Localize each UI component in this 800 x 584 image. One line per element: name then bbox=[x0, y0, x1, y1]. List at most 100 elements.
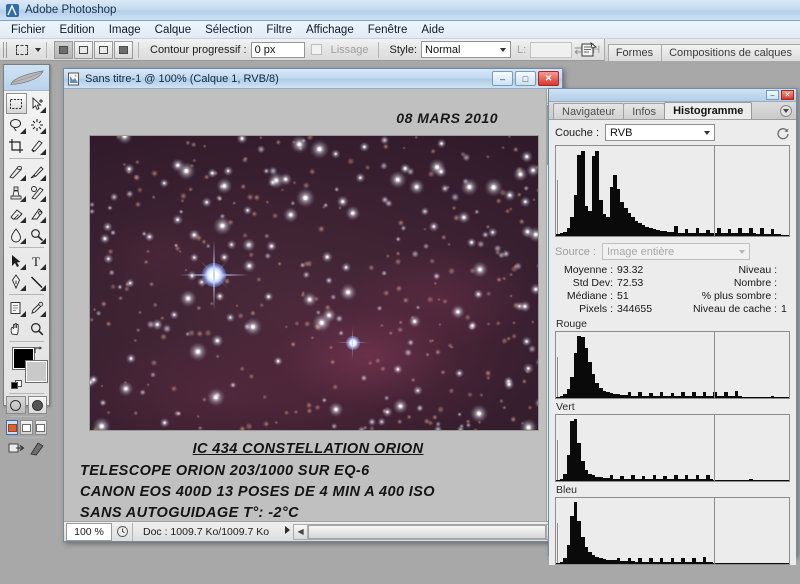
palette-tab-compositions[interactable]: Compositions de calques bbox=[661, 44, 800, 61]
eraser-tool[interactable] bbox=[6, 203, 27, 224]
astrophotography-image bbox=[89, 135, 539, 431]
imageready-icon[interactable] bbox=[29, 441, 45, 459]
type-tool[interactable]: T bbox=[27, 250, 48, 271]
histogram-red-plot[interactable] bbox=[555, 331, 790, 399]
source-select[interactable]: Image entière bbox=[602, 243, 750, 260]
line-tool[interactable] bbox=[27, 271, 48, 292]
menu-affichage[interactable]: Affichage bbox=[299, 23, 361, 37]
stat-label-moyenne: Moyenne : bbox=[555, 264, 617, 276]
standard-screen-mode-button[interactable] bbox=[6, 420, 18, 435]
full-screen-menubar-mode-button[interactable] bbox=[20, 420, 32, 435]
add-to-selection-button[interactable] bbox=[74, 41, 93, 59]
channel-row: Couche : RVB bbox=[555, 124, 790, 141]
default-colors-icon[interactable] bbox=[11, 380, 22, 391]
healing-brush-tool[interactable] bbox=[6, 161, 27, 182]
history-brush-tool[interactable] bbox=[27, 182, 48, 203]
stat-label-niveau: Niveau : bbox=[689, 264, 781, 276]
jump-to-imageready-icon[interactable] bbox=[8, 441, 26, 459]
document-minimize-button[interactable]: – bbox=[492, 71, 513, 86]
palette-close-button[interactable]: ✕ bbox=[781, 90, 794, 100]
stat-value-moyenne: 93.32 bbox=[617, 264, 689, 276]
options-bar-grip[interactable] bbox=[3, 42, 9, 58]
menubar: Fichier Edition Image Calque Sélection F… bbox=[0, 21, 800, 39]
quick-mask-mode-button[interactable] bbox=[28, 396, 48, 414]
menu-fichier[interactable]: Fichier bbox=[4, 23, 53, 37]
eyedropper-tool[interactable] bbox=[27, 297, 48, 318]
menu-calque[interactable]: Calque bbox=[148, 23, 198, 37]
magic-wand-tool[interactable] bbox=[27, 114, 48, 135]
intersect-selection-button[interactable] bbox=[114, 41, 133, 59]
brush-tool[interactable] bbox=[27, 161, 48, 182]
document-canvas[interactable]: 08 MARS 2010 IC 434 CONSTELLATION ORION … bbox=[64, 89, 562, 521]
lasso-tool[interactable] bbox=[6, 114, 27, 135]
document-close-button[interactable]: ✕ bbox=[538, 71, 559, 86]
caption-title: IC 434 CONSTELLATION ORION bbox=[78, 441, 538, 457]
tab-histogramme[interactable]: Histogramme bbox=[664, 102, 752, 119]
tab-infos[interactable]: Infos bbox=[623, 103, 665, 119]
document-horizontal-scrollbar[interactable]: ◀ ▶ bbox=[293, 524, 561, 540]
histogram-palette-titlebar[interactable]: – ✕ bbox=[549, 89, 796, 102]
menu-filtre[interactable]: Filtre bbox=[259, 23, 299, 37]
stat-label-mediane: Médiane : bbox=[555, 290, 617, 302]
menu-selection[interactable]: Sélection bbox=[198, 23, 259, 37]
menu-edition[interactable]: Edition bbox=[53, 23, 102, 37]
style-select[interactable]: Normal bbox=[421, 41, 511, 58]
histogram-palette: – ✕ Navigateur Infos Histogramme Couche … bbox=[548, 88, 797, 556]
hand-tool[interactable] bbox=[6, 318, 27, 339]
stat-value-mediane: 51 bbox=[617, 290, 689, 302]
tool-preset-chevron-down-icon[interactable] bbox=[35, 48, 41, 52]
subtract-from-selection-button[interactable] bbox=[94, 41, 113, 59]
stat-label-stddev: Std Dev: bbox=[555, 277, 617, 289]
feather-input[interactable] bbox=[251, 42, 305, 58]
clock-icon[interactable] bbox=[112, 523, 132, 541]
channel-select[interactable]: RVB bbox=[605, 124, 715, 141]
zoom-tool[interactable] bbox=[27, 318, 48, 339]
path-selection-tool[interactable] bbox=[6, 250, 27, 271]
zoom-level-field[interactable]: 100 % bbox=[66, 523, 112, 541]
svg-text:T: T bbox=[32, 254, 40, 269]
histogram-rgb-plot[interactable] bbox=[555, 145, 790, 237]
swap-colors-icon[interactable] bbox=[33, 345, 44, 356]
width-input[interactable] bbox=[530, 42, 572, 58]
background-color-swatch[interactable] bbox=[25, 360, 48, 383]
rectangular-marquee-icon[interactable] bbox=[12, 41, 32, 59]
scroll-left-arrow-icon[interactable]: ◀ bbox=[294, 525, 308, 539]
standard-mask-mode-button[interactable] bbox=[6, 396, 26, 414]
antialias-checkbox[interactable] bbox=[311, 44, 322, 55]
adobe-bridge-icon[interactable] bbox=[579, 40, 601, 60]
caption-line-telescope: TELESCOPE ORION 203/1000 SUR EQ-6 bbox=[78, 461, 538, 482]
blur-tool[interactable] bbox=[6, 224, 27, 245]
document-maximize-button[interactable]: □ bbox=[515, 71, 536, 86]
notes-tool[interactable] bbox=[6, 297, 27, 318]
palette-menu-icon[interactable] bbox=[780, 105, 792, 117]
caption-line-camera: CANON EOS 400D 13 POSES DE 4 MIN A 400 I… bbox=[78, 482, 538, 503]
palette-minimize-button[interactable]: – bbox=[766, 90, 779, 100]
refresh-icon[interactable] bbox=[776, 126, 790, 140]
menu-fenetre[interactable]: Fenêtre bbox=[361, 23, 415, 37]
statusbar-play-triangle-icon[interactable] bbox=[283, 525, 292, 538]
horizontal-scroll-thumb[interactable] bbox=[308, 525, 546, 539]
document-titlebar[interactable]: Sans titre-1 @ 100% (Calque 1, RVB/8) – … bbox=[64, 69, 562, 89]
selection-mode-group bbox=[54, 41, 133, 59]
tab-navigateur[interactable]: Navigateur bbox=[553, 103, 624, 119]
histogram-green-plot[interactable] bbox=[555, 414, 790, 482]
menu-image[interactable]: Image bbox=[102, 23, 148, 37]
photoshop-app-icon bbox=[5, 3, 20, 18]
pen-tool[interactable] bbox=[6, 271, 27, 292]
rectangular-marquee-tool[interactable] bbox=[6, 93, 27, 114]
new-selection-button[interactable] bbox=[54, 41, 73, 59]
full-screen-mode-button[interactable] bbox=[35, 420, 47, 435]
histogram-body: Couche : RVB Source : Image entière bbox=[549, 120, 796, 565]
histogram-blue-plot[interactable] bbox=[555, 497, 790, 565]
document-size-info: Doc : 1009.7 Ko/1009.7 Ko bbox=[132, 523, 279, 541]
slice-tool[interactable] bbox=[27, 135, 48, 156]
gradient-tool[interactable] bbox=[27, 203, 48, 224]
palette-tab-formes[interactable]: Formes bbox=[608, 44, 662, 61]
crop-tool[interactable] bbox=[6, 135, 27, 156]
toolbox-header[interactable] bbox=[4, 65, 49, 91]
menu-aide[interactable]: Aide bbox=[414, 23, 451, 37]
dodge-tool[interactable] bbox=[27, 224, 48, 245]
secondary-bright-star bbox=[352, 342, 354, 344]
move-tool[interactable] bbox=[27, 93, 47, 114]
clone-stamp-tool[interactable] bbox=[6, 182, 27, 203]
